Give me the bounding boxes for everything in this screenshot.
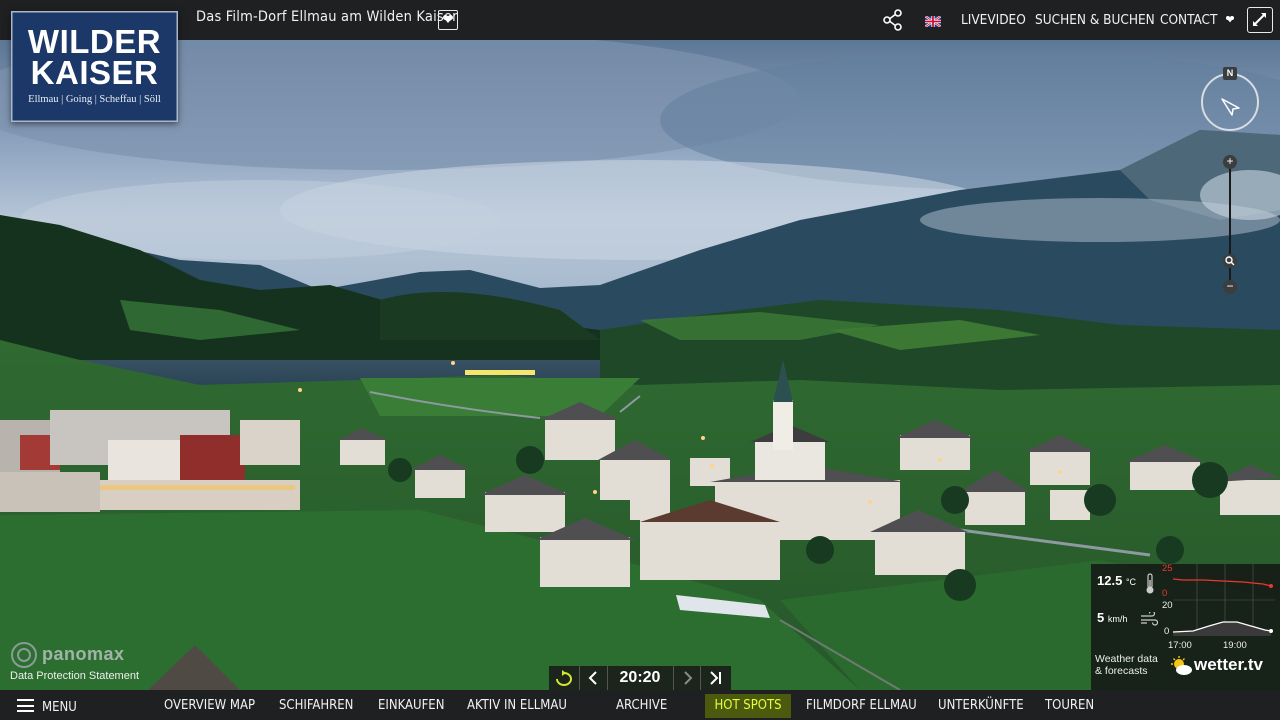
zoom-handle[interactable]	[1223, 254, 1237, 268]
data-protection-link[interactable]: Data Protection Statement	[10, 670, 139, 682]
temperature-value: 12.5	[1097, 573, 1123, 588]
thermometer-icon	[1146, 573, 1154, 594]
panomax-wordmark: panomax	[42, 644, 125, 664]
wind-unit: km/h	[1107, 614, 1128, 624]
wilder-kaiser-logo[interactable]: WILDER KAISER Ellmau | Going | Scheffau …	[11, 11, 178, 122]
live-button[interactable]	[701, 666, 731, 690]
wind-value: 5	[1097, 610, 1105, 625]
wind-axis-max: 20	[1162, 600, 1173, 611]
bottom-nav: MENU OVERVIEW MAP SCHIFAHREN EINKAUFEN A…	[0, 690, 1280, 720]
page-title[interactable]: Das Film-Dorf Ellmau am Wilden Kaiser	[196, 9, 458, 25]
title-dropdown-button[interactable]	[438, 10, 458, 30]
time-display[interactable]: 20:20	[609, 667, 671, 689]
refresh-icon	[556, 670, 572, 686]
compass-button[interactable]	[1201, 73, 1259, 131]
nav-archive[interactable]: ARCHIVE	[616, 690, 667, 720]
next-button[interactable]	[673, 666, 701, 690]
nav-einkaufen[interactable]: EINKAUFEN	[378, 690, 444, 720]
menu-button[interactable]: MENU	[42, 692, 77, 720]
weather-sparkline	[1173, 564, 1275, 636]
nav-contact[interactable]: CONTACT	[1160, 0, 1235, 40]
nav-hot-spots[interactable]: HOT SPOTS	[705, 694, 791, 718]
wind-icon	[1141, 612, 1158, 626]
fullscreen-button[interactable]	[1247, 7, 1273, 33]
wind-readout: 5 km/h	[1097, 610, 1127, 625]
magnifier-icon	[1225, 256, 1235, 266]
refresh-button[interactable]	[549, 666, 580, 690]
temp-axis-max: 25	[1162, 563, 1173, 574]
compass-north-label: N	[1223, 67, 1237, 80]
top-bar: Das Film-Dorf Ellmau am Wilden Kaiser LI…	[0, 0, 1280, 40]
logo-subtitle: Ellmau | Going | Scheffau | Söll	[28, 94, 161, 105]
chevron-right-icon	[684, 671, 693, 685]
zoom-out-button[interactable]: −	[1223, 280, 1237, 294]
previous-button[interactable]	[580, 666, 608, 690]
chevron-down-icon	[443, 15, 453, 23]
weather-time-1: 17:00	[1168, 640, 1192, 651]
heart-chevron-icon	[1226, 16, 1235, 23]
weather-time-2: 19:00	[1223, 640, 1247, 651]
navigation-arrow-icon	[1221, 98, 1240, 116]
share-button[interactable]	[882, 9, 904, 31]
temperature-unit: °C	[1125, 577, 1137, 587]
weather-brand[interactable]: wetter.tv	[1194, 655, 1263, 675]
nav-suchen-buchen[interactable]: SUCHEN & BUCHEN	[1035, 0, 1155, 40]
language-button[interactable]	[924, 14, 942, 28]
nav-schifahren[interactable]: SCHIFAHREN	[279, 690, 353, 720]
time-navigator: 20:20	[549, 666, 731, 690]
temp-axis-min: 0	[1162, 588, 1168, 599]
nav-aktiv-in-ellmau[interactable]: AKTIV IN ELLMAU	[467, 690, 567, 720]
skip-to-end-icon	[710, 671, 721, 685]
share-icon	[883, 9, 902, 31]
panomax-logo[interactable]: panomax	[10, 640, 124, 670]
weather-widget[interactable]: 12.5 °C 5 km/h 25 0 20 0 17:00 19:00 Wea…	[1091, 563, 1280, 690]
nav-filmdorf-ellmau[interactable]: FILMDORF ELLMAU	[806, 690, 917, 720]
wind-axis-min: 0	[1164, 626, 1170, 637]
logo-line2: KAISER	[30, 54, 159, 91]
nav-unterkuenfte[interactable]: UNTERKÜNFTE	[938, 690, 1024, 720]
weather-source-label: Weather data & forecasts	[1095, 653, 1158, 677]
zoom-in-button[interactable]: +	[1223, 155, 1237, 169]
zoom-slider-track[interactable]	[1229, 162, 1231, 288]
uk-flag-icon	[924, 15, 942, 28]
fullscreen-icon	[1253, 13, 1266, 26]
nav-touren[interactable]: TOUREN	[1045, 690, 1094, 720]
temperature-readout: 12.5 °C	[1097, 573, 1136, 588]
webcam-panorama[interactable]	[0, 40, 1280, 690]
hamburger-menu-icon[interactable]	[17, 699, 34, 712]
sun-cloud-icon	[1171, 656, 1192, 675]
panorama-image	[0, 40, 1280, 690]
nav-overview-map[interactable]: OVERVIEW MAP	[164, 690, 255, 720]
chevron-left-icon	[588, 671, 597, 685]
nav-livevideo[interactable]: LIVEVIDEO	[961, 0, 1026, 40]
